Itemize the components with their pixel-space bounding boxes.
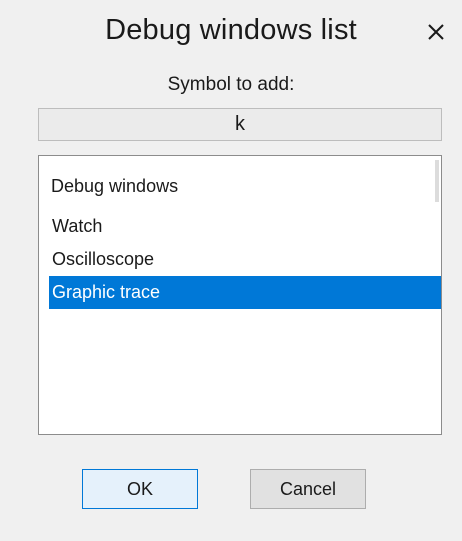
ok-button[interactable]: OK	[82, 469, 198, 509]
cancel-button[interactable]: Cancel	[250, 469, 366, 509]
symbol-field: k	[38, 108, 442, 141]
close-button[interactable]	[418, 14, 454, 50]
symbol-label: Symbol to add:	[167, 74, 295, 95]
debug-windows-listbox[interactable]: Debug windows Watch Oscilloscope Graphic…	[38, 155, 442, 435]
dialog-title: Debug windows list	[105, 14, 357, 46]
scrollbar[interactable]	[435, 160, 439, 202]
list-header: Debug windows	[51, 176, 179, 196]
list-item-watch[interactable]: Watch	[49, 210, 441, 243]
debug-windows-dialog: Debug windows list Symbol to add: k Debu…	[0, 0, 462, 541]
close-icon	[428, 24, 444, 40]
list-item-oscilloscope[interactable]: Oscilloscope	[49, 243, 441, 276]
list-item-graphic-trace[interactable]: Graphic trace	[49, 276, 441, 309]
